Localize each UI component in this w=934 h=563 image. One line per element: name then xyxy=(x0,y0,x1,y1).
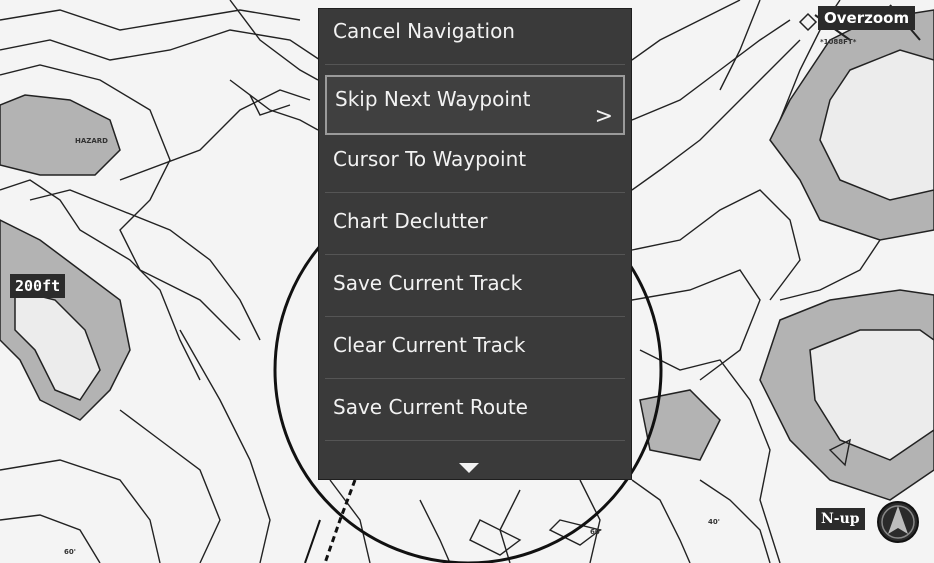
menu-item-cursor-to-waypoint[interactable]: Cursor To Waypoint xyxy=(325,137,625,193)
menu-item-label: Save Current Route xyxy=(333,395,528,419)
menu-item-label: Skip Next Waypoint xyxy=(335,87,531,111)
menu-item-label: Cancel Navigation xyxy=(333,19,515,43)
depth-label: HAZARD xyxy=(75,137,108,145)
down-arrow-icon[interactable] xyxy=(459,463,479,473)
menu-item-label: Clear Current Track xyxy=(333,333,526,357)
depth-label: 60' xyxy=(590,528,602,536)
scale-label: 200ft xyxy=(10,274,66,298)
depth-label: 60' xyxy=(64,548,76,556)
context-menu: Cancel Navigation Skip Next Waypoint > C… xyxy=(318,8,632,480)
orientation-label[interactable]: N-up xyxy=(816,508,865,530)
menu-item-label: Save Current Track xyxy=(333,271,523,295)
menu-item-label: Chart Declutter xyxy=(333,209,488,233)
chevron-right-icon: > xyxy=(594,104,613,129)
menu-item-clear-current-track[interactable]: Clear Current Track xyxy=(325,323,625,379)
menu-item-cancel-navigation[interactable]: Cancel Navigation xyxy=(325,9,625,65)
compass-icon[interactable] xyxy=(876,500,920,544)
menu-item-save-current-track[interactable]: Save Current Track xyxy=(325,261,625,317)
menu-item-save-current-route[interactable]: Save Current Route xyxy=(325,385,625,441)
overzoom-label: Overzoom xyxy=(818,6,916,30)
depth-label: 40' xyxy=(708,518,720,526)
menu-item-label: Cursor To Waypoint xyxy=(333,147,527,171)
depth-label: *1088FT* xyxy=(820,38,857,46)
menu-item-skip-next-waypoint[interactable]: Skip Next Waypoint > xyxy=(325,75,625,135)
menu-item-chart-declutter[interactable]: Chart Declutter xyxy=(325,199,625,255)
